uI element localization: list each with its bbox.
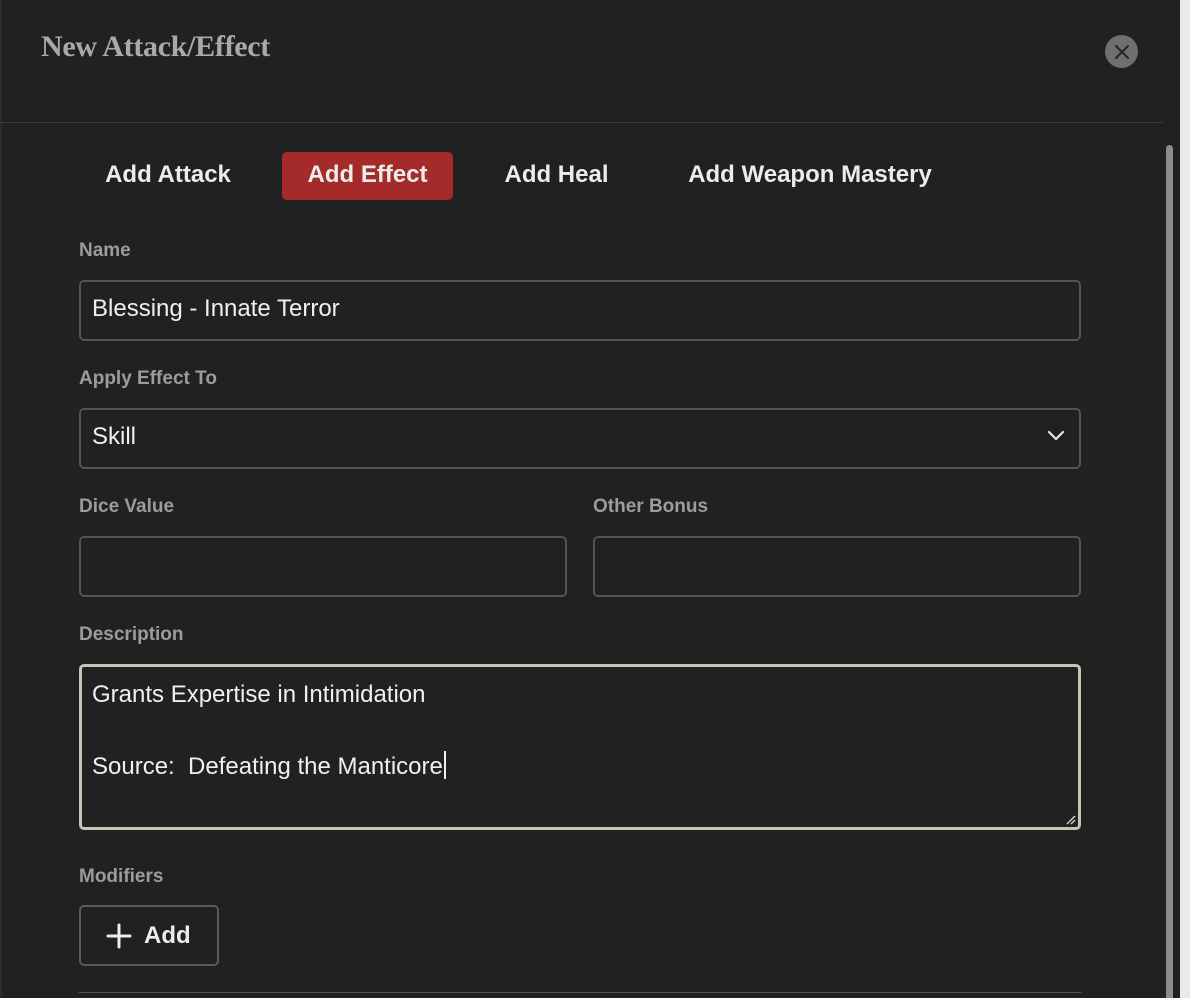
modifiers-label: Modifiers: [79, 866, 164, 887]
apply-effect-to-select[interactable]: Skill: [79, 408, 1081, 469]
tab-add-weapon-mastery[interactable]: Add Weapon Mastery: [675, 152, 945, 200]
add-modifier-label: Add: [144, 921, 191, 949]
name-label: Name: [79, 240, 131, 261]
plus-icon: [106, 923, 132, 948]
description-line-3-text: Source: Defeating the Manticore: [92, 753, 443, 780]
section-divider: [79, 992, 1081, 993]
dice-value-label: Dice Value: [79, 496, 175, 517]
scrollbar-thumb[interactable]: [1166, 145, 1173, 998]
text-caret: [443, 751, 446, 779]
tab-add-effect[interactable]: Add Effect: [282, 152, 453, 200]
window-edge: [1180, 0, 1190, 998]
description-label: Description: [79, 624, 184, 645]
resize-handle-icon[interactable]: [1064, 813, 1076, 825]
close-button[interactable]: [1105, 35, 1138, 68]
chevron-down-icon: [1047, 430, 1065, 441]
close-icon: [1114, 44, 1129, 59]
description-textarea[interactable]: Grants Expertise in Intimidation Source:…: [79, 664, 1081, 830]
dice-value-input[interactable]: [79, 536, 567, 597]
dialog-header: New Attack/Effect: [0, 0, 1180, 123]
description-line-1: Grants Expertise in Intimidation: [92, 681, 426, 708]
tab-add-attack[interactable]: Add Attack: [91, 152, 245, 200]
name-input-value: Blessing - Innate Terror: [92, 295, 340, 322]
tab-add-heal[interactable]: Add Heal: [491, 152, 622, 200]
dialog-left-border: [0, 0, 2, 998]
tab-bar: Add Attack Add Effect Add Heal Add Weapo…: [0, 152, 1100, 200]
other-bonus-label: Other Bonus: [593, 496, 709, 517]
other-bonus-input[interactable]: [593, 536, 1081, 597]
new-attack-effect-dialog: New Attack/Effect Add Attack Add Effect …: [0, 0, 1190, 998]
add-modifier-button[interactable]: Add: [79, 905, 219, 966]
name-input[interactable]: Blessing - Innate Terror: [79, 280, 1081, 341]
apply-effect-to-value: Skill: [92, 423, 137, 450]
apply-effect-to-label: Apply Effect To: [79, 368, 217, 389]
dialog-title: New Attack/Effect: [41, 30, 270, 63]
description-line-3: Source: Defeating the Manticore: [92, 751, 446, 781]
